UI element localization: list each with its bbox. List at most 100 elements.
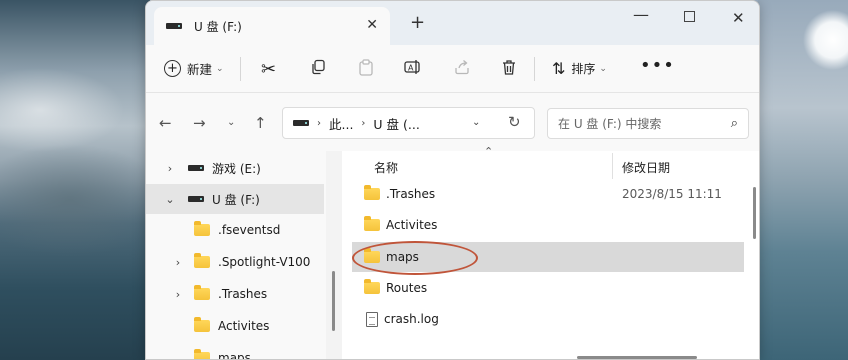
tab-title: U 盘 (F:) (194, 19, 242, 34)
rename-button[interactable]: A (404, 59, 422, 75)
back-button[interactable]: ← (159, 114, 172, 132)
clipboard-icon (359, 59, 373, 76)
sort-arrows-icon: ⇅ (552, 59, 566, 78)
close-window-button[interactable]: ✕ (732, 9, 745, 27)
trash-icon (503, 60, 515, 75)
address-dropdown-chevron-icon[interactable]: ⌄ (472, 117, 480, 128)
drive-icon (293, 120, 309, 126)
minimize-button[interactable]: — (633, 5, 649, 24)
drive-icon (188, 196, 204, 202)
nav-item-label: U 盘 (F:) (212, 192, 260, 207)
nav-item-fseventsd[interactable]: .fseventsd (146, 215, 324, 245)
navigation-pane: › 游戏 (E:) ⌄ U 盘 (F:) .fseventsd › .Spotl… (146, 151, 326, 360)
nav-item-label: maps (218, 351, 251, 360)
sort-ascending-icon: ⌃ (484, 145, 494, 158)
copy-button[interactable] (310, 59, 326, 75)
forward-button[interactable]: → (193, 114, 206, 132)
maximize-button[interactable] (684, 11, 695, 22)
refresh-button[interactable]: ↻ (508, 113, 521, 131)
file-name: crash.log (384, 312, 439, 326)
nav-item-label: .fseventsd (218, 223, 281, 237)
copy-icon (312, 59, 325, 75)
breadcrumb-this-pc[interactable]: 此... (329, 114, 353, 133)
chevron-down-icon: ⌄ (599, 63, 607, 74)
nav-item-games-drive[interactable]: › 游戏 (E:) (146, 153, 324, 183)
new-button[interactable]: + 新建 ⌄ (164, 59, 224, 78)
drive-icon (188, 165, 204, 171)
search-input[interactable] (558, 116, 708, 131)
tab-u-drive[interactable]: U 盘 (F:) ✕ (154, 7, 390, 45)
file-explorer-window: U 盘 (F:) ✕ + — ✕ + 新建 ⌄ ✂ A ⇅ 排序 ⌄ ••• ←… (145, 0, 760, 360)
recent-locations-chevron-icon[interactable]: ⌄ (227, 117, 235, 128)
file-row[interactable]: crash.log (352, 304, 744, 334)
file-name: Routes (386, 281, 428, 295)
toolbar-divider (240, 57, 241, 81)
new-label: 新建 (187, 62, 213, 77)
nav-item-label: .Trashes (218, 287, 268, 301)
search-icon: ⌕ (730, 116, 738, 131)
file-row[interactable]: Routes (352, 273, 744, 303)
annotation-circle (352, 241, 478, 275)
drive-icon (166, 23, 182, 29)
file-row[interactable]: .Trashes 2023/8/15 11:11 (352, 179, 744, 209)
folder-icon (364, 185, 380, 200)
nav-item-label: Activites (218, 319, 270, 333)
desktop-wallpaper-right (758, 0, 848, 360)
address-row: ← → ⌄ ↑ › 此... › U 盘 (... ⌄ ↻ ⌕ (146, 93, 759, 151)
breadcrumb-u-drive[interactable]: U 盘 (... (373, 114, 419, 133)
folder-icon (194, 285, 210, 300)
up-button[interactable]: ↑ (254, 114, 267, 132)
nav-item-spotlight[interactable]: › .Spotlight-V100 (146, 247, 324, 277)
close-tab-icon[interactable]: ✕ (366, 17, 378, 33)
file-row[interactable]: Activites (352, 210, 744, 240)
horizontal-scrollbar[interactable] (577, 356, 697, 359)
expand-chevron-icon[interactable]: › (172, 288, 184, 301)
nav-scrollbar[interactable] (332, 271, 335, 331)
folder-icon (364, 279, 380, 294)
folder-icon (364, 216, 380, 231)
more-options-button[interactable]: ••• (640, 55, 675, 76)
text-file-icon (366, 311, 378, 327)
nav-item-activites[interactable]: Activites (146, 311, 324, 341)
breadcrumb-separator-icon: › (317, 117, 321, 129)
nav-item-maps[interactable]: maps (146, 343, 324, 360)
nav-item-trashes[interactable]: › .Trashes (146, 279, 324, 309)
nav-item-label: .Spotlight-V100 (218, 255, 311, 269)
collapse-chevron-icon[interactable]: ⌄ (164, 193, 176, 206)
column-name[interactable]: 名称 (374, 159, 398, 176)
desktop-wallpaper-left (0, 0, 150, 360)
folder-icon (194, 253, 210, 268)
toolbar-divider (534, 57, 535, 81)
new-tab-button[interactable]: + (410, 14, 425, 32)
plus-circle-icon: + (164, 60, 181, 77)
column-modified[interactable]: 修改日期 (622, 159, 670, 176)
nav-item-label: 游戏 (E:) (212, 161, 261, 176)
paste-button[interactable] (358, 59, 374, 76)
title-bar: U 盘 (F:) ✕ + — ✕ (146, 1, 759, 45)
chevron-down-icon: ⌄ (216, 63, 224, 74)
expand-chevron-icon[interactable]: › (164, 162, 176, 175)
sort-label: 排序 (571, 62, 596, 76)
svg-text:A: A (408, 64, 414, 73)
folder-icon (194, 221, 210, 236)
delete-button[interactable] (501, 59, 517, 76)
nav-item-u-drive[interactable]: ⌄ U 盘 (F:) (146, 184, 324, 214)
cut-button[interactable]: ✂ (261, 59, 276, 80)
share-button[interactable] (454, 59, 470, 75)
file-date: 2023/8/15 11:11 (622, 187, 722, 201)
expand-chevron-icon[interactable]: › (172, 256, 184, 269)
folder-icon (194, 317, 210, 332)
column-header: ⌃ 名称 修改日期 (342, 145, 759, 181)
share-icon (455, 60, 469, 75)
vertical-scrollbar[interactable] (753, 187, 756, 239)
search-box[interactable]: ⌕ (547, 108, 749, 139)
file-name: Activites (386, 218, 438, 232)
sort-button[interactable]: ⇅ 排序 ⌄ (552, 59, 607, 78)
breadcrumb-separator-icon: › (361, 117, 366, 129)
folder-icon (194, 349, 210, 359)
address-bar[interactable]: › 此... › U 盘 (... (282, 107, 535, 139)
rename-icon: A (404, 60, 420, 74)
file-name: .Trashes (386, 187, 436, 201)
scissors-icon: ✂ (261, 59, 277, 80)
column-divider[interactable] (612, 153, 613, 179)
